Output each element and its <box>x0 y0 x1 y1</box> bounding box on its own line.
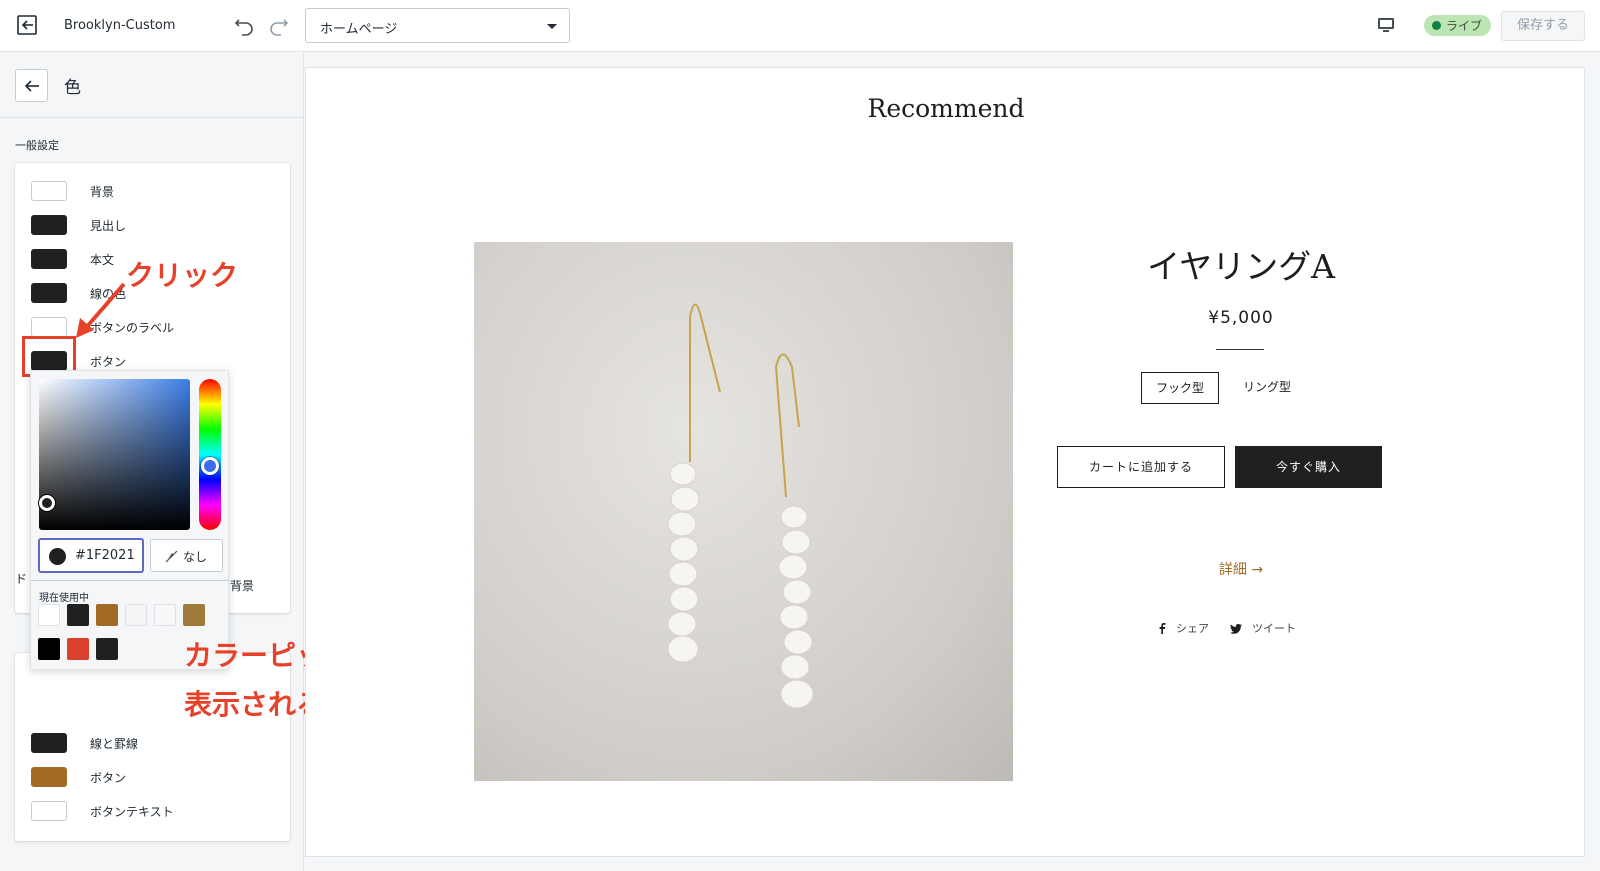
hex-value: #1F2021 <box>75 548 135 563</box>
color-setting-label: 線と罫線 <box>90 737 139 751</box>
page-select-value: ホームページ <box>320 22 398 37</box>
current-color-chip <box>49 548 66 565</box>
color-swatch[interactable] <box>31 317 67 337</box>
in-use-color-swatch[interactable] <box>125 604 147 626</box>
color-setting-label: ボタンテキスト <box>90 805 174 819</box>
chevron-down-icon <box>547 24 557 29</box>
color-setting-label: 背景 <box>90 185 115 199</box>
no-color-label: なし <box>183 550 208 564</box>
section-title: Recommend <box>867 94 1025 123</box>
hue-slider-handle[interactable] <box>201 457 219 475</box>
product-title: イヤリングA <box>1147 247 1335 286</box>
no-color-button[interactable]: なし <box>150 539 223 572</box>
twitter-icon <box>1230 624 1242 634</box>
variant-option-selected[interactable]: フック型 <box>1141 372 1219 404</box>
color-swatch[interactable] <box>31 733 67 753</box>
status-dot-icon <box>1432 21 1441 30</box>
divider <box>1216 349 1264 350</box>
live-status-badge: ライブ <box>1424 15 1492 36</box>
in-use-color-swatch[interactable] <box>67 604 89 626</box>
section-label-partial: ド <box>15 572 28 586</box>
variant-option[interactable]: リング型 <box>1229 372 1305 404</box>
desktop-icon[interactable] <box>1376 15 1396 35</box>
color-swatch[interactable] <box>31 249 67 269</box>
exit-editor-icon[interactable] <box>14 12 40 38</box>
annotation-picker-line2: 表示される <box>184 688 325 721</box>
color-setting-label: ボタン <box>90 771 127 785</box>
in-use-color-swatch[interactable] <box>67 638 89 660</box>
top-bar: Brooklyn-Custom ホームページ ライブ 保存する <box>0 0 1600 52</box>
arrow-left-icon <box>24 80 39 92</box>
saturation-value-area[interactable] <box>39 379 190 530</box>
hex-color-input[interactable]: #1F2021 <box>38 538 144 573</box>
in-use-color-swatch[interactable] <box>154 604 176 626</box>
product-price: ¥5,000 <box>1208 308 1274 328</box>
back-button[interactable] <box>15 69 48 102</box>
color-picker-popover: #1F2021 なし 現在使用中 <box>30 370 230 670</box>
buy-now-button[interactable]: 今すぐ購入 <box>1235 446 1382 488</box>
color-swatch[interactable] <box>31 767 67 787</box>
color-setting-label: 本文 <box>90 253 115 267</box>
details-link[interactable]: 詳細 → <box>1041 559 1441 579</box>
redo-icon[interactable] <box>267 13 291 37</box>
in-use-color-swatch[interactable] <box>38 604 60 626</box>
color-setting-label: 見出し <box>90 219 127 233</box>
in-use-color-swatch[interactable] <box>38 638 60 660</box>
section-label-general: 一般設定 <box>15 139 59 152</box>
hue-slider[interactable] <box>199 379 221 530</box>
color-setting-label: 背景 <box>230 579 255 593</box>
in-use-color-swatch[interactable] <box>96 638 118 660</box>
product-image[interactable] <box>474 242 1013 781</box>
share-label: シェア <box>1176 622 1209 635</box>
color-swatch[interactable] <box>31 801 67 821</box>
facebook-icon <box>1159 623 1166 634</box>
panel-title: 色 <box>64 78 81 98</box>
color-setting-label: ボタン <box>90 355 127 369</box>
no-color-icon <box>165 550 178 563</box>
save-button[interactable]: 保存する <box>1501 11 1585 41</box>
color-swatch[interactable] <box>31 283 67 303</box>
color-swatch[interactable] <box>31 181 67 201</box>
theme-name: Brooklyn-Custom <box>64 18 176 33</box>
in-use-color-swatch[interactable] <box>96 604 118 626</box>
page-select[interactable]: ホームページ <box>305 8 570 43</box>
undo-icon[interactable] <box>232 13 256 37</box>
share-facebook-link[interactable]: シェア <box>1158 620 1209 636</box>
add-to-cart-button[interactable]: カートに追加する <box>1057 446 1225 488</box>
live-label: ライブ <box>1446 19 1483 33</box>
settings-card-2: 線と罫線 ボタン ボタンテキスト <box>15 653 290 841</box>
divider <box>31 580 230 581</box>
in-use-color-swatch[interactable] <box>183 604 205 626</box>
saturation-cursor[interactable] <box>39 495 55 511</box>
color-swatch[interactable] <box>31 215 67 235</box>
earring-illustration <box>667 303 814 709</box>
annotation-click: クリック <box>126 259 239 292</box>
divider <box>0 117 304 118</box>
in-use-label: 現在使用中 <box>39 593 89 604</box>
tweet-label: ツイート <box>1252 622 1296 635</box>
theme-preview: Recommend イヤリングA ¥5,000 フック型 リング型 カートに追加… <box>305 67 1585 857</box>
share-twitter-link[interactable]: ツイート <box>1230 620 1296 636</box>
